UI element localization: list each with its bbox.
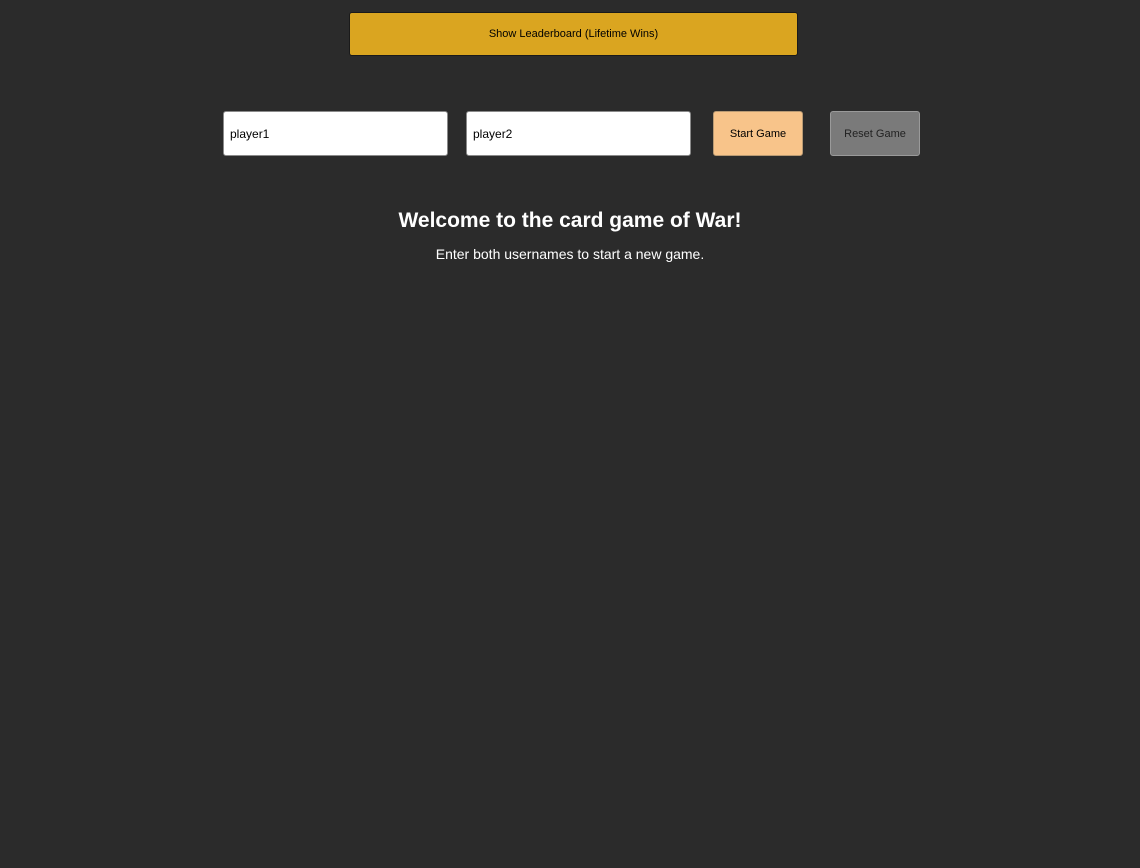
welcome-heading: Welcome to the card game of War! — [398, 209, 742, 232]
start-game-button[interactable]: Start Game — [713, 111, 803, 156]
instructions-text: Enter both usernames to start a new game… — [435, 246, 705, 262]
player1-username-input[interactable] — [223, 111, 448, 156]
game-message: Welcome to the card game of War! Enter b… — [0, 205, 1140, 263]
reset-game-button[interactable]: Reset Game — [830, 111, 920, 156]
player2-username-input[interactable] — [466, 111, 691, 156]
show-leaderboard-button[interactable]: Show Leaderboard (Lifetime Wins) — [349, 12, 798, 56]
game-page: Show Leaderboard (Lifetime Wins) Start G… — [0, 0, 1140, 868]
